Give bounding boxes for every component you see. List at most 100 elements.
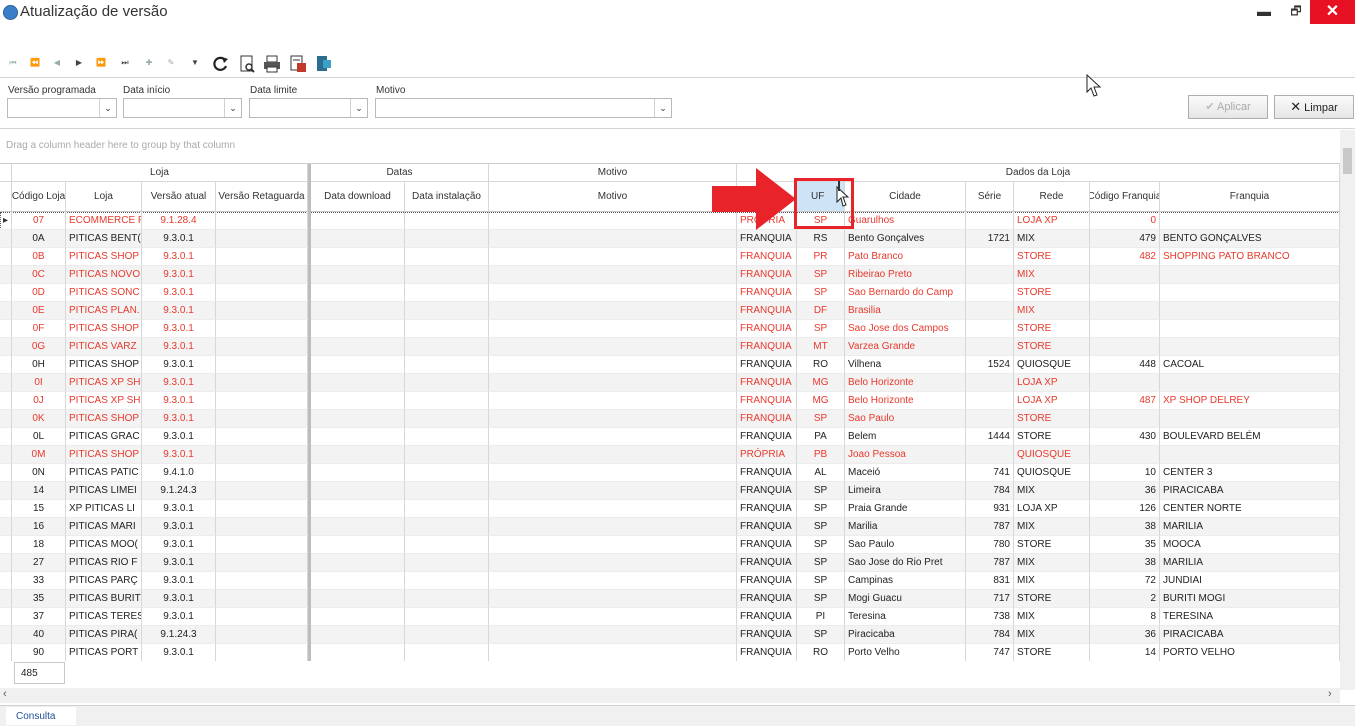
table-row[interactable]: 0G PITICAS VARZ 9.3.0.1 FRANQUIA MT Varzea Gr… [0, 338, 1340, 356]
tab-consulta[interactable]: Consulta [6, 707, 76, 725]
nav-button[interactable]: ⏭ [116, 56, 134, 70]
row-indicator[interactable] [0, 482, 12, 500]
table-row[interactable]: 14 PITICAS LIMEI 9.1.24.3 FRANQUIA SP Limeira… [0, 482, 1340, 500]
row-indicator[interactable] [0, 626, 12, 644]
row-indicator[interactable] [0, 284, 12, 302]
row-indicator[interactable] [0, 554, 12, 572]
chevron-down-icon[interactable]: ⌄ [654, 99, 671, 117]
row-indicator[interactable] [0, 320, 12, 338]
limpar-button[interactable]: ✕ Limpar [1274, 95, 1354, 119]
table-row[interactable]: 0C PITICAS NOVO 9.3.0.1 FRANQUIA SP Ribeirao … [0, 266, 1340, 284]
motivo-combo[interactable]: ⌄ [375, 98, 672, 118]
limite-combo[interactable]: ⌄ [249, 98, 368, 118]
chevron-down-icon[interactable]: ⌄ [224, 99, 241, 117]
nav-button[interactable]: ✎ [162, 56, 180, 70]
row-indicator[interactable] [0, 230, 12, 248]
table-row[interactable]: 0H PITICAS SHOP 9.3.0.1 FRANQUIA RO Vilhena 15… [0, 356, 1340, 374]
close-button[interactable]: ✕ [1310, 0, 1355, 24]
header-loja[interactable]: Loja [66, 182, 142, 212]
row-indicator[interactable] [0, 356, 12, 374]
row-indicator[interactable] [0, 518, 12, 536]
row-indicator[interactable] [0, 608, 12, 626]
table-row[interactable]: 35 PITICAS BURIT 9.3.0.1 FRANQUIA SP Mogi Gua… [0, 590, 1340, 608]
header-data-instalacao[interactable]: Data instalação [405, 182, 489, 212]
table-row[interactable]: 90 PITICAS PORT 9.3.0.1 FRANQUIA RO Porto Vel… [0, 644, 1340, 661]
table-row[interactable]: 0I PITICAS XP SH 9.3.0.1 FRANQUIA MG Belo Hor… [0, 374, 1340, 392]
scroll-thumb[interactable] [1343, 148, 1352, 174]
header-codigo-franquia[interactable]: Código Franquia [1090, 182, 1160, 212]
chevron-down-icon[interactable]: ⌄ [350, 99, 367, 117]
header-versao-atual[interactable]: Versão atual [142, 182, 216, 212]
table-row[interactable]: 0D PITICAS SONC 9.3.0.1 FRANQUIA SP Sao Berna… [0, 284, 1340, 302]
table-row[interactable]: 16 PITICAS MARI 9.3.0.1 FRANQUIA SP Marilia 78… [0, 518, 1340, 536]
row-indicator[interactable] [0, 248, 12, 266]
row-indicator[interactable] [0, 428, 12, 446]
table-row[interactable]: 0K PITICAS SHOP 9.3.0.1 FRANQUIA SP Sao Paulo… [0, 410, 1340, 428]
table-row[interactable]: 18 PITICAS MOO(9.3.0.1 FRANQUIA SP Sao Paulo… [0, 536, 1340, 554]
nav-button[interactable]: ◀ [48, 56, 66, 70]
band-datas[interactable]: Datas [311, 164, 489, 182]
row-indicator[interactable] [0, 374, 12, 392]
header-motivo[interactable]: Motivo [489, 182, 737, 212]
restore-button[interactable]: 🗗 [1278, 0, 1314, 24]
print-icon[interactable] [263, 55, 281, 73]
row-indicator[interactable] [0, 410, 12, 428]
inicio-combo[interactable]: ⌄ [123, 98, 242, 118]
table-row[interactable]: 0J PITICAS XP SH 9.3.0.1 FRANQUIA MG Belo Hor… [0, 392, 1340, 410]
header-codigo[interactable]: Código Loja [12, 182, 66, 212]
header-data-download[interactable]: Data download [311, 182, 405, 212]
minimize-button[interactable]: ▬ [1246, 0, 1282, 24]
table-row[interactable]: 0F PITICAS SHOP 9.3.0.1 FRANQUIA SP Sao Jose … [0, 320, 1340, 338]
row-indicator[interactable] [0, 392, 12, 410]
table-row[interactable]: 0A PITICAS BENT(9.3.0.1 FRANQUIA RS Bento Go… [0, 230, 1340, 248]
chevron-down-icon[interactable]: ⌄ [99, 99, 116, 117]
table-row[interactable]: 0M PITICAS SHOP 9.3.0.1 PRÓPRIA PB Joao Pesso… [0, 446, 1340, 464]
horizontal-scrollbar[interactable]: ‹ › [0, 688, 1340, 703]
row-indicator[interactable]: ▸ [0, 212, 12, 230]
table-row[interactable]: 0E PITICAS PLAN. 9.3.0.1 FRANQUIA DF Brasilia… [0, 302, 1340, 320]
header-franquia[interactable]: Franquia [1160, 182, 1340, 212]
row-indicator[interactable] [0, 266, 12, 284]
nav-button[interactable]: ⏪ [26, 56, 44, 70]
row-indicator[interactable] [0, 590, 12, 608]
scroll-right-icon[interactable]: › [1328, 688, 1332, 700]
row-indicator[interactable] [0, 302, 12, 320]
table-row[interactable]: 37 PITICAS TERES 9.3.0.1 FRANQUIA PI Teresina… [0, 608, 1340, 626]
table-row[interactable]: 0N PITICAS PATIC 9.4.1.0 FRANQUIA AL Maceió 74… [0, 464, 1340, 482]
band-loja[interactable]: Loja [12, 164, 308, 182]
row-indicator[interactable] [0, 338, 12, 356]
nav-button[interactable]: ▼ [186, 56, 204, 70]
table-row[interactable]: ▸07ECOMMERCE F9.1.28.4PRÓPRIASPGuarulhos… [0, 212, 1340, 230]
table-row[interactable]: 0B PITICAS SHOP 9.3.0.1 FRANQUIA PR Pato Bran… [0, 248, 1340, 266]
nav-button[interactable]: ⏩ [92, 56, 110, 70]
nav-button[interactable]: ⏮ [4, 56, 22, 70]
row-indicator[interactable] [0, 464, 12, 482]
nav-button[interactable]: ✚ [140, 56, 158, 70]
header-cidade[interactable]: Cidade [845, 182, 966, 212]
table-row[interactable]: 15 XP PITICAS LI 9.3.0.1 FRANQUIA SP Praia Gr… [0, 500, 1340, 518]
filter-handle-icon[interactable] [838, 181, 840, 191]
row-indicator[interactable] [0, 446, 12, 464]
band-motivo[interactable]: Motivo [489, 164, 737, 182]
row-indicator[interactable] [0, 500, 12, 518]
versao-combo[interactable]: ⌄ [7, 98, 117, 118]
refresh-icon[interactable] [212, 55, 230, 73]
row-indicator[interactable] [0, 536, 12, 554]
table-row[interactable]: 0L PITICAS GRAC 9.3.0.1 FRANQUIA PA Belem 1444… [0, 428, 1340, 446]
table-row[interactable]: 40 PITICAS PIRA(9.1.24.3 FRANQUIA SP Piracic… [0, 626, 1340, 644]
scroll-left-icon[interactable]: ‹ [3, 688, 7, 700]
vertical-scrollbar[interactable] [1340, 130, 1355, 690]
table-row[interactable]: 33 PITICAS PARÇ 9.3.0.1 FRANQUIA SP Campinas 8… [0, 572, 1340, 590]
preview-icon[interactable] [238, 55, 256, 73]
row-indicator[interactable] [0, 644, 12, 661]
aplicar-button[interactable]: ✔ Aplicar [1188, 95, 1268, 119]
header-rede[interactable]: Rede [1014, 182, 1090, 212]
header-versao-retaguarda[interactable]: Versão Retaguarda [216, 182, 308, 212]
table-row[interactable]: 27 PITICAS RIO F 9.3.0.1 FRANQUIA SP Sao Jose… [0, 554, 1340, 572]
export-icon[interactable] [289, 55, 307, 73]
exit-icon[interactable] [315, 55, 333, 73]
header-serie[interactable]: Série [966, 182, 1014, 212]
group-panel[interactable]: Drag a column header here to group by th… [0, 135, 1340, 157]
row-indicator[interactable] [0, 572, 12, 590]
nav-button[interactable]: ▶ [70, 56, 88, 70]
